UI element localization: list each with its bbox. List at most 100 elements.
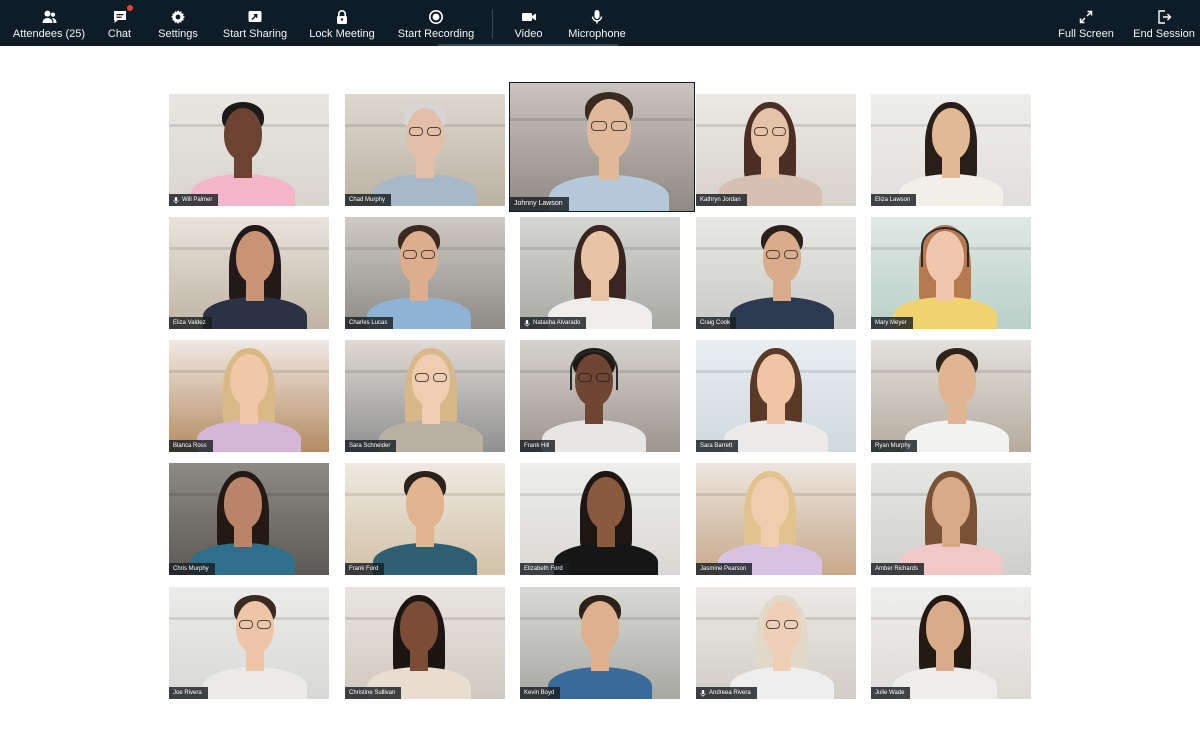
participant-name: Craig Cook: [700, 320, 731, 326]
participant-tile[interactable]: Andreea Rivera: [696, 587, 856, 699]
participant-video: [345, 94, 505, 206]
participant-name: Sara Barrett: [700, 443, 733, 449]
participant-name: Kathryn Jordan: [700, 197, 741, 203]
participant-glasses: [754, 127, 768, 136]
participant-shirt: [542, 420, 646, 452]
participant-face: [230, 354, 268, 406]
participant-face: [751, 477, 789, 529]
participant-face: [581, 601, 619, 653]
participant-nameplate: Will Palmer: [169, 194, 219, 206]
participant-name: Eliza Lawson: [875, 197, 911, 203]
participant-shirt: [554, 543, 658, 575]
participant-face: [406, 477, 444, 529]
participant-tile[interactable]: Joe Rivera: [169, 587, 329, 699]
participant-nameplate: Frank Hill: [520, 440, 556, 452]
participant-video: [345, 217, 505, 329]
participant-glasses: [433, 373, 447, 382]
participant-tile[interactable]: Julie Wade: [871, 587, 1031, 699]
participant-name: Will Palmer: [182, 197, 213, 203]
participant-glasses: [611, 120, 628, 132]
participant-name: Andreea Rivera: [709, 690, 751, 696]
participant-nameplate: Christine Sullivan: [345, 687, 402, 699]
participant-tile[interactable]: Chris Murphy: [169, 463, 329, 575]
participant-nameplate: Jasmine Pearson: [696, 563, 753, 575]
participant-video: [871, 463, 1031, 575]
participant-tile[interactable]: Christine Sullivan: [345, 587, 505, 699]
participant-name: Charles Lucas: [349, 320, 388, 326]
participant-nameplate: Chris Murphy: [169, 563, 215, 575]
participant-nameplate: Craig Cook: [696, 317, 737, 329]
participant-face: [932, 108, 970, 160]
participant-name: Christine Sullivan: [349, 690, 396, 696]
participant-video: [510, 83, 694, 211]
participant-glasses: [415, 373, 429, 382]
participant-video: [696, 217, 856, 329]
participant-tile[interactable]: Frank Hill: [520, 340, 680, 452]
participant-tile[interactable]: Johnny Lawson: [510, 83, 694, 211]
participant-video: [169, 463, 329, 575]
participant-name: Sara Schneider: [349, 443, 391, 449]
participant-video: [345, 463, 505, 575]
participant-video: [520, 340, 680, 452]
participant-nameplate: Sara Barrett: [696, 440, 739, 452]
participant-tile[interactable]: Natasha Alvarado: [520, 217, 680, 329]
participant-nameplate: Sara Schneider: [345, 440, 397, 452]
participant-tile[interactable]: Eliza Lawson: [871, 94, 1031, 206]
participant-name: Elizabeth Ford: [524, 566, 563, 572]
participant-name: Kevin Boyd: [524, 690, 555, 696]
participant-shirt: [905, 420, 1009, 452]
participant-nameplate: Amber Richards: [871, 563, 925, 575]
participant-nameplate: Ryan Murphy: [871, 440, 917, 452]
participant-tile[interactable]: Bianca Ross: [169, 340, 329, 452]
participant-tile[interactable]: Charles Lucas: [345, 217, 505, 329]
participant-video: [696, 463, 856, 575]
participant-name: Jasmine Pearson: [700, 566, 747, 572]
participant-face: [224, 477, 262, 529]
participant-tile[interactable]: Jasmine Pearson: [696, 463, 856, 575]
participant-shirt: [373, 543, 477, 575]
participant-nameplate: Andreea Rivera: [696, 687, 757, 699]
participant-video: [696, 340, 856, 452]
participant-name: Amber Richards: [875, 566, 919, 572]
participant-video: [169, 340, 329, 452]
participant-glasses: [239, 620, 253, 629]
participant-tile[interactable]: Eliza Valdez: [169, 217, 329, 329]
microphone-icon: [173, 196, 179, 204]
participant-glasses: [427, 127, 441, 136]
microphone-icon: [700, 689, 706, 697]
participant-tile[interactable]: Mary Meyer: [871, 217, 1031, 329]
participant-tile[interactable]: Kathryn Jordan: [696, 94, 856, 206]
participant-tile[interactable]: Sara Barrett: [696, 340, 856, 452]
participant-name: Frank Ford: [349, 566, 379, 572]
participant-name: Chad Murphy: [349, 197, 386, 203]
participant-shirt: [548, 667, 652, 699]
participant-glasses: [257, 620, 271, 629]
participant-face: [938, 354, 976, 406]
participant-tile[interactable]: Elizabeth Ford: [520, 463, 680, 575]
participant-tile[interactable]: Chad Murphy: [345, 94, 505, 206]
participant-face: [587, 477, 625, 529]
participant-tile[interactable]: Frank Ford: [345, 463, 505, 575]
participant-video: [871, 217, 1031, 329]
participant-nameplate: Bianca Ross: [169, 440, 213, 452]
participant-tile[interactable]: Amber Richards: [871, 463, 1031, 575]
participant-tile[interactable]: Craig Cook: [696, 217, 856, 329]
participant-video-grid: Will Palmer Chad Murphy Johnny Lawson Kathr…: [0, 0, 1200, 737]
participant-tile[interactable]: Will Palmer: [169, 94, 329, 206]
participant-shirt: [730, 297, 834, 329]
participant-face: [224, 108, 262, 160]
participant-nameplate: Frank Ford: [345, 563, 385, 575]
participant-nameplate: Charles Lucas: [345, 317, 394, 329]
participant-glasses: [784, 620, 798, 629]
participant-nameplate: Kathryn Jordan: [696, 194, 747, 206]
participant-nameplate: Eliza Lawson: [871, 194, 917, 206]
participant-name: Ryan Murphy: [875, 443, 911, 449]
participant-face: [236, 231, 274, 283]
participant-tile[interactable]: Sara Schneider: [345, 340, 505, 452]
microphone-icon: [524, 319, 530, 327]
participant-face: [932, 477, 970, 529]
participant-name: Johnny Lawson: [514, 200, 563, 207]
participant-name: Joe Rivera: [173, 690, 202, 696]
participant-tile[interactable]: Kevin Boyd: [520, 587, 680, 699]
participant-tile[interactable]: Ryan Murphy: [871, 340, 1031, 452]
